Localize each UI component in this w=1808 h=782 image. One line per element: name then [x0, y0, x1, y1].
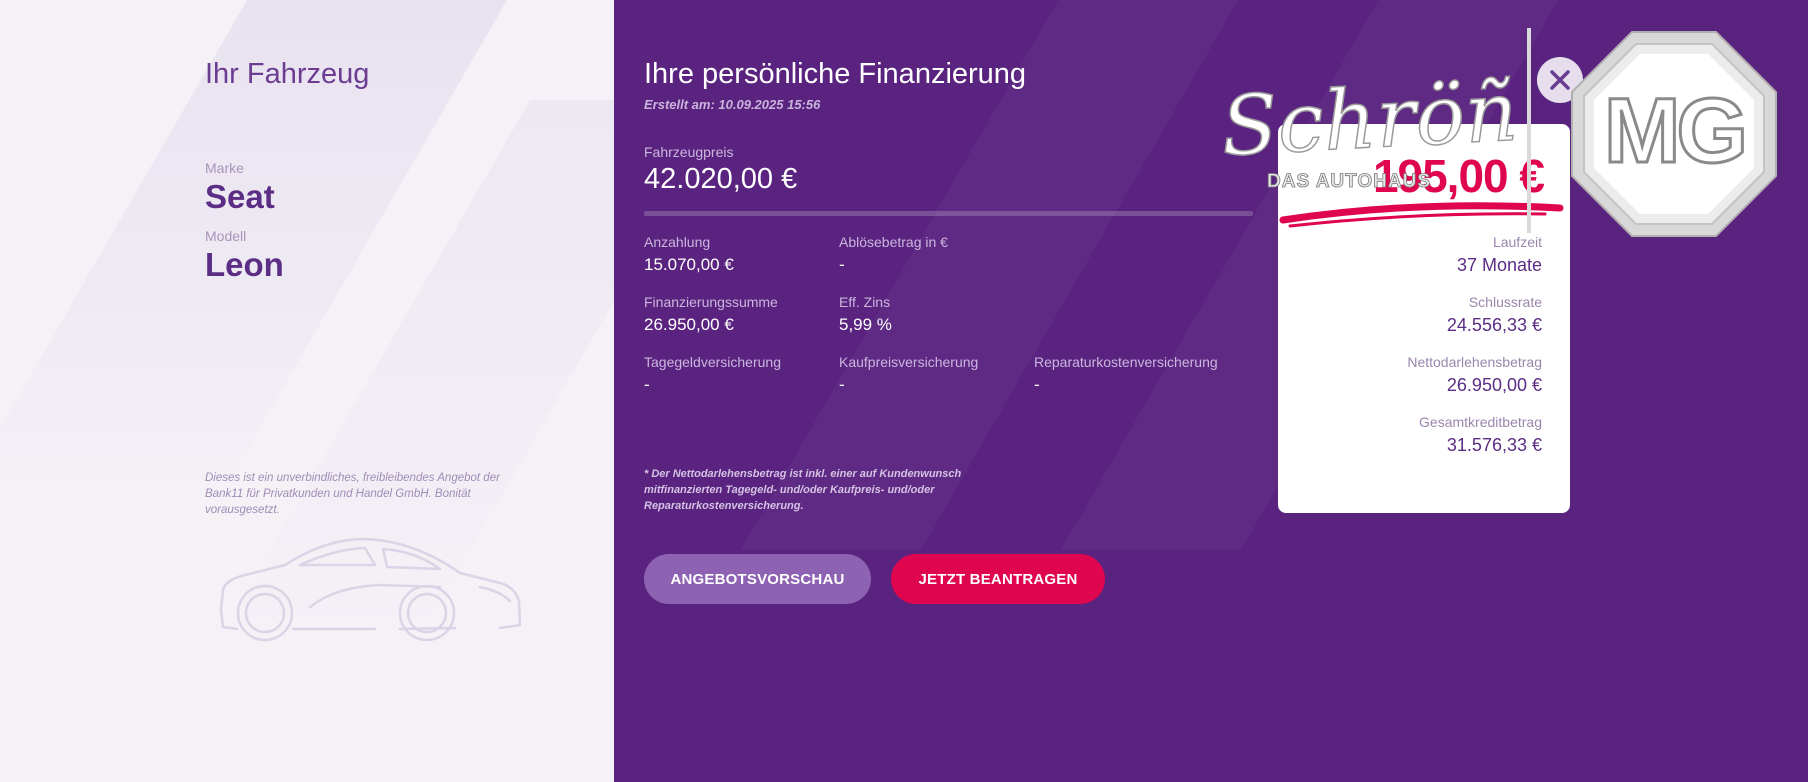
- payoff-value: -: [839, 255, 845, 274]
- interest-label: Eff. Zins: [839, 294, 891, 310]
- model-value: Leon: [205, 246, 284, 283]
- final-rate-value: 24.556,33 €: [1446, 315, 1542, 335]
- net-loan-value: 26.950,00 €: [1446, 375, 1542, 395]
- car-outline-icon: [219, 537, 522, 642]
- svg-text:Schröñ: Schröñ: [1219, 65, 1520, 175]
- payoff-label: Ablösebetrag in €: [839, 234, 948, 250]
- net-loan-label: Nettodarlehensbetrag: [1407, 354, 1542, 370]
- price-value: 42.020,00 €: [644, 163, 798, 195]
- interest-value: 5,99 %: [839, 315, 892, 334]
- brand-label: Marke: [205, 160, 244, 176]
- vehicle-panel: Ihr Fahrzeug Marke Seat Modell Leon Dies…: [0, 0, 614, 782]
- created-date: Erstellt am: 10.09.2025 15:56: [644, 97, 821, 112]
- disclaimer-text: Dieses ist ein unverbindliches, freiblei…: [205, 472, 500, 516]
- repair-insurance-value: -: [1034, 375, 1040, 394]
- daily-allowance-insurance-label: Tagegeldversicherung: [644, 354, 781, 370]
- financing-sum-value: 26.950,00 €: [644, 315, 734, 334]
- logo-divider: [1527, 28, 1531, 233]
- daily-allowance-insurance-value: -: [644, 375, 650, 394]
- offer-preview-button[interactable]: ANGEBOTSVORSCHAU: [644, 554, 871, 604]
- purchase-price-insurance-label: Kaufpreisversicherung: [839, 354, 979, 370]
- total-credit-value: 31.576,33 €: [1446, 435, 1542, 455]
- footnote-text: * Der Nettodarlehensbetrag ist inkl. ein…: [644, 468, 962, 512]
- model-label: Modell: [205, 228, 247, 244]
- repair-insurance-label: Reparaturkostenversicherung: [1034, 354, 1218, 370]
- term-label: Laufzeit: [1492, 234, 1542, 250]
- svg-text:MG: MG: [1604, 80, 1744, 182]
- total-credit-label: Gesamtkreditbetrag: [1419, 414, 1542, 430]
- apply-now-button[interactable]: JETZT BEANTRAGEN: [891, 554, 1105, 604]
- divider: [644, 211, 1253, 216]
- down-payment-value: 15.070,00 €: [644, 255, 734, 274]
- mg-logo: MG: [1571, 31, 1777, 237]
- final-rate-label: Schlussrate: [1468, 294, 1542, 310]
- financing-sum-label: Finanzierungssumme: [644, 294, 778, 310]
- price-label: Fahrzeugpreis: [644, 144, 734, 160]
- brand-value: Seat: [205, 178, 275, 215]
- down-payment-label: Anzahlung: [644, 234, 711, 250]
- svg-text:DAS AUTOHAUS: DAS AUTOHAUS: [1267, 171, 1431, 192]
- financing-title: Ihre persönliche Finanzierung: [644, 58, 1027, 90]
- schroen-autohaus-logo: Schröñ DAS AUTOHAUS: [1218, 64, 1564, 228]
- vehicle-title: Ihr Fahrzeug: [205, 58, 370, 90]
- purchase-price-insurance-value: -: [839, 375, 845, 394]
- term-value: 37 Monate: [1456, 255, 1542, 275]
